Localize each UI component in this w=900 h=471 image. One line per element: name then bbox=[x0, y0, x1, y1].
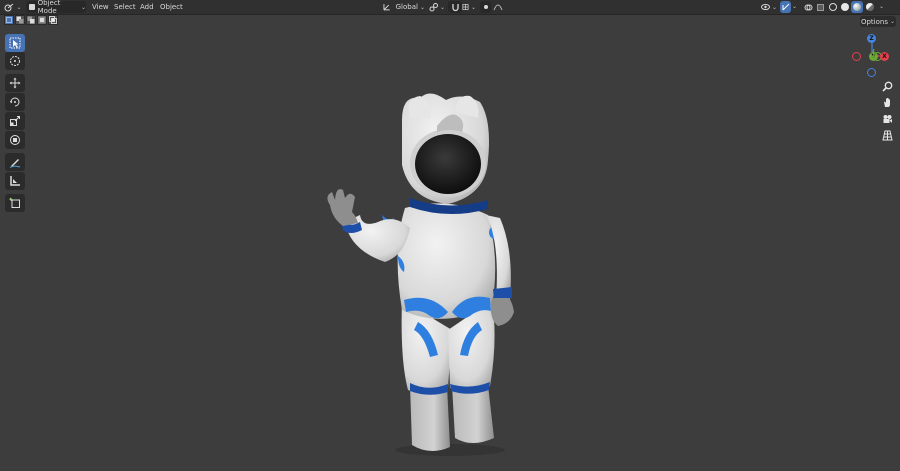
axis-x[interactable]: X bbox=[880, 52, 889, 61]
axis-z[interactable]: Z bbox=[867, 34, 876, 43]
shading-material-button[interactable] bbox=[851, 1, 863, 13]
menu-view[interactable]: View bbox=[92, 2, 109, 12]
add-cube-icon bbox=[9, 197, 20, 208]
object-mode-icon bbox=[29, 4, 35, 10]
scale-icon bbox=[10, 116, 20, 126]
shading-dropdown-chevron[interactable]: ⌄ bbox=[879, 2, 884, 12]
shading-wireframe-button[interactable] bbox=[827, 1, 838, 13]
move-icon bbox=[9, 77, 21, 89]
gizmo-icon bbox=[782, 3, 789, 11]
select-mode-extend[interactable] bbox=[15, 15, 25, 25]
editor-type-icon bbox=[4, 3, 14, 11]
select-mode-new[interactable] bbox=[4, 15, 14, 25]
select-mode-invert[interactable] bbox=[37, 15, 47, 25]
proportional-edit-toggle[interactable] bbox=[480, 1, 491, 13]
measure-icon bbox=[10, 176, 20, 186]
xray-icon bbox=[816, 3, 824, 11]
select-intersect-icon bbox=[49, 16, 57, 24]
tool-scale[interactable] bbox=[5, 112, 25, 130]
annotate-icon bbox=[9, 159, 21, 168]
overlays-icon bbox=[804, 4, 812, 10]
tool-annotate[interactable] bbox=[5, 153, 25, 171]
shading-solid-button[interactable] bbox=[839, 1, 850, 13]
orientation-label: Global bbox=[395, 3, 418, 11]
zoom-button[interactable] bbox=[879, 78, 895, 94]
select-mode-intersect[interactable] bbox=[48, 15, 58, 25]
overlays-toggle[interactable] bbox=[802, 1, 814, 13]
pan-button[interactable] bbox=[879, 94, 895, 110]
rotate-icon bbox=[10, 97, 20, 107]
magnet-icon bbox=[451, 3, 459, 11]
select-subtract-icon bbox=[27, 16, 35, 24]
tool-measure[interactable] bbox=[5, 172, 25, 190]
falloff-curve-icon bbox=[493, 4, 503, 11]
gizmo-dropdown-chevron[interactable]: ⌄ bbox=[792, 2, 797, 12]
editor-type-button[interactable]: ⌄ bbox=[3, 1, 23, 13]
select-invert-icon bbox=[38, 16, 46, 24]
snap-target-dropdown[interactable]: ⌄ bbox=[462, 1, 476, 13]
snap-toggle[interactable] bbox=[448, 1, 462, 13]
cursor-icon bbox=[10, 56, 20, 66]
select-mode-subtract[interactable] bbox=[26, 15, 36, 25]
wireframe-sphere-icon bbox=[828, 3, 837, 11]
select-box-icon bbox=[9, 37, 21, 49]
tool-move[interactable] bbox=[5, 74, 25, 92]
pan-hand-icon bbox=[883, 97, 890, 107]
tool-cursor[interactable] bbox=[5, 52, 25, 70]
menu-select[interactable]: Select bbox=[114, 2, 136, 12]
zoom-icon bbox=[881, 81, 892, 92]
rendered-sphere-icon bbox=[865, 3, 874, 11]
viewport-header: ⌄ Object Mode ⌄ View Select Add Object G… bbox=[0, 0, 900, 15]
tool-add-cube[interactable] bbox=[5, 194, 25, 212]
axis-neg-z[interactable] bbox=[867, 68, 876, 77]
camera-view-button[interactable] bbox=[879, 111, 895, 127]
options-label: Options bbox=[860, 17, 888, 26]
options-dropdown[interactable]: Options ⌄ bbox=[860, 16, 896, 27]
visibility-dropdown[interactable]: ⌄ bbox=[760, 1, 778, 13]
pivot-point-dropdown[interactable]: ⌄ bbox=[428, 1, 446, 13]
orientation-icon bbox=[383, 4, 390, 11]
xray-toggle[interactable] bbox=[814, 1, 826, 13]
mode-dropdown[interactable]: Object Mode ⌄ bbox=[26, 0, 86, 15]
falloff-dropdown[interactable] bbox=[492, 1, 504, 13]
eye-icon bbox=[760, 4, 770, 10]
menu-object[interactable]: Object bbox=[160, 2, 183, 12]
tool-rotate[interactable] bbox=[5, 93, 25, 111]
menu-add[interactable]: Add bbox=[140, 2, 154, 12]
tool-transform[interactable] bbox=[5, 131, 25, 149]
perspective-toggle-button[interactable] bbox=[879, 127, 895, 143]
tool-select-box[interactable] bbox=[5, 34, 25, 52]
camera-icon bbox=[883, 114, 892, 123]
material-sphere-icon bbox=[853, 3, 861, 11]
mode-label: Object Mode bbox=[37, 0, 61, 15]
solid-sphere-icon bbox=[840, 3, 849, 11]
navigation-gizmo[interactable]: Z Y X bbox=[848, 32, 896, 80]
pivot-icon bbox=[429, 2, 438, 11]
gizmo-toggle[interactable] bbox=[780, 1, 791, 13]
shading-rendered-button[interactable] bbox=[864, 1, 875, 13]
snap-grid-icon bbox=[462, 4, 469, 10]
transform-icon bbox=[10, 135, 20, 145]
select-extend-icon bbox=[16, 16, 24, 24]
axis-neg-x[interactable] bbox=[852, 52, 861, 61]
select-new-icon bbox=[6, 17, 12, 23]
astronaut-model[interactable] bbox=[300, 90, 560, 465]
grid-icon bbox=[881, 130, 893, 140]
transform-orientation-dropdown[interactable]: Global ⌄ bbox=[381, 1, 425, 13]
proportional-dot-icon bbox=[483, 5, 488, 9]
